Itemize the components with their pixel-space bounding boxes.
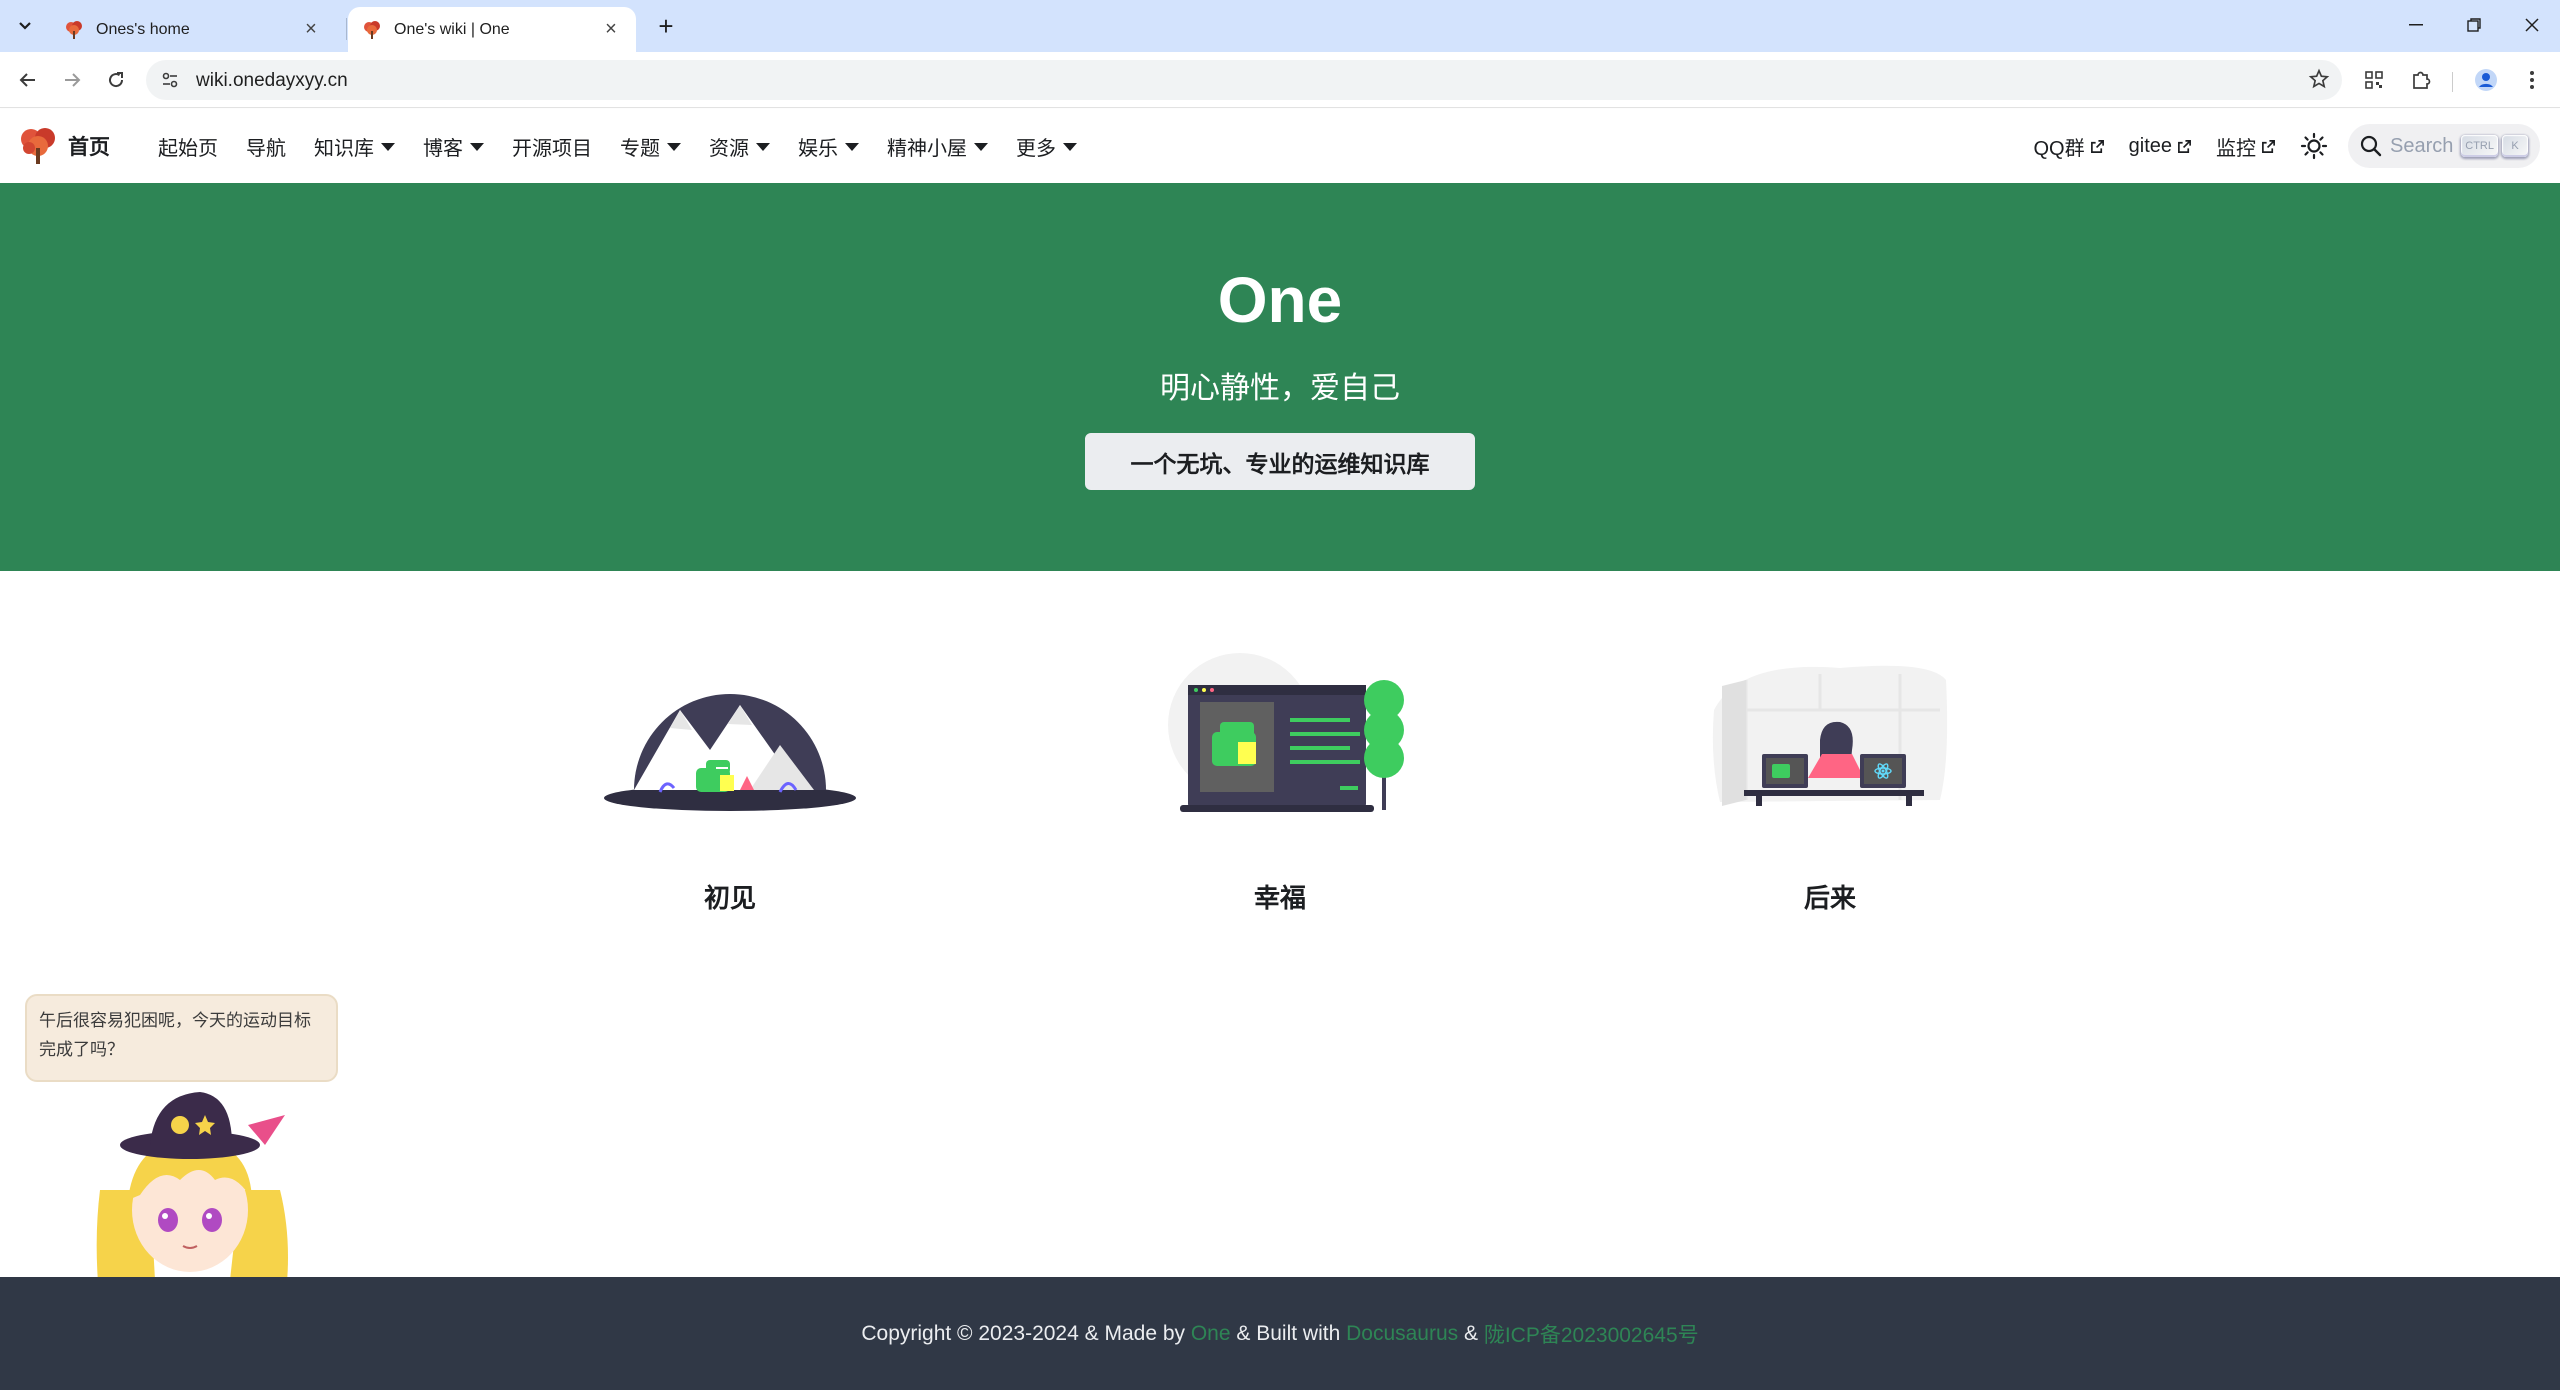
tab-ones-home[interactable]: Ones's home × — [50, 7, 336, 52]
tab-search-chevron-icon[interactable] — [10, 11, 40, 41]
url-text[interactable]: wiki.onedayxyy.cn — [196, 70, 348, 92]
feature-first-meet: 初见 — [530, 650, 930, 915]
nav-item-navigation[interactable]: 导航 — [232, 109, 300, 183]
forward-arrow-icon[interactable] — [56, 64, 88, 96]
tab-divider — [346, 18, 347, 40]
tree-favicon-icon — [66, 20, 82, 39]
nav-link-label: gitee — [2128, 134, 2172, 157]
kebab-menu-icon[interactable] — [2518, 66, 2546, 94]
nav-item-label: 精神小屋 — [887, 137, 967, 160]
laptop-tree-illustration-icon — [1168, 653, 1404, 812]
external-link-icon — [2262, 139, 2275, 153]
brand-link[interactable]: 首页 — [18, 126, 110, 166]
minimize-icon[interactable] — [2396, 8, 2436, 42]
brand-title: 首页 — [68, 136, 110, 159]
mascot-message-bubble: 午后很容易犯困呢，今天的运动目标完成了吗？ — [25, 994, 338, 1082]
qr-code-icon[interactable] — [2360, 66, 2388, 94]
caret-down-icon — [470, 143, 484, 151]
site-info-icon[interactable] — [156, 66, 184, 94]
nav-item-open-source[interactable]: 开源项目 — [498, 109, 606, 183]
nav-item-more[interactable]: 更多 — [1002, 109, 1091, 183]
nav-item-knowledge-base[interactable]: 知识库 — [300, 109, 409, 183]
footer-author-link[interactable]: One — [1191, 1322, 1231, 1346]
caret-down-icon — [756, 143, 770, 151]
external-link-icon — [2178, 139, 2191, 153]
footer-docusaurus-link[interactable]: Docusaurus — [1346, 1322, 1458, 1346]
nav-items: 起始页 导航 知识库 博客 开源项目 专题 资源 娱乐 精神小屋 更多 — [144, 109, 1091, 183]
desk-monitors-illustration-icon — [1712, 665, 1948, 806]
site-footer: Copyright © 2023-2024 & Made by One & Bu… — [0, 1277, 2560, 1390]
nav-item-label: 开源项目 — [512, 137, 592, 160]
close-window-icon[interactable] — [2512, 8, 2552, 42]
site-navbar: 首页 起始页 导航 知识库 博客 开源项目 专题 资源 娱乐 精神小屋 更多 Q… — [0, 109, 2560, 183]
reload-icon[interactable] — [100, 64, 132, 96]
tab-title: One's wiki | One — [394, 20, 510, 38]
nav-link-gitee[interactable]: gitee — [2117, 135, 2204, 158]
extensions-puzzle-icon[interactable] — [2407, 66, 2435, 94]
tree-favicon-icon — [364, 20, 380, 39]
feature-happiness: 幸福 — [1080, 650, 1480, 915]
browser-tab-bar: Ones's home × One's wiki | One × + — [0, 0, 2560, 52]
theme-toggle-sun-icon[interactable] — [2294, 126, 2334, 166]
nav-item-resources[interactable]: 资源 — [695, 109, 784, 183]
nav-item-label: 导航 — [246, 137, 286, 160]
hero-subtitle: 明心静性，爱自己 — [1160, 372, 1400, 405]
feature-later: 后来 — [1630, 650, 2030, 915]
nav-link-label: QQ群 — [2033, 137, 2085, 160]
hero-banner: One 明心静性，爱自己 一个无坑、专业的运维知识库 — [0, 183, 2560, 571]
nav-right: QQ群 gitee 监控 Search CTRL K — [2022, 109, 2540, 183]
feature-title: 初见 — [703, 883, 756, 913]
search-icon — [2360, 135, 2382, 157]
nav-item-entertainment[interactable]: 娱乐 — [784, 109, 873, 183]
nav-item-label: 更多 — [1016, 137, 1056, 160]
feature-title: 后来 — [1803, 883, 1856, 913]
tree-logo-icon — [21, 128, 55, 164]
bookmark-star-icon[interactable] — [2308, 68, 2330, 95]
back-arrow-icon[interactable] — [12, 64, 44, 96]
restore-icon[interactable] — [2454, 8, 2494, 42]
search-placeholder: Search — [2390, 134, 2454, 157]
address-bar[interactable]: wiki.onedayxyy.cn — [146, 60, 2342, 100]
tab-title: Ones's home — [96, 20, 190, 38]
ctrl-key: CTRL — [2461, 135, 2498, 157]
nav-item-blog[interactable]: 博客 — [409, 109, 498, 183]
nav-link-monitor[interactable]: 监控 — [2204, 132, 2288, 161]
footer-built-with: & Built with — [1230, 1321, 1347, 1345]
nav-item-label: 起始页 — [158, 137, 218, 160]
footer-icp-link[interactable]: 陇ICP备2023002645号 — [1484, 1319, 1699, 1349]
caret-down-icon — [1063, 143, 1077, 151]
nav-item-topics[interactable]: 专题 — [606, 109, 695, 183]
caret-down-icon — [845, 143, 859, 151]
external-link-icon — [2090, 139, 2104, 153]
close-icon[interactable]: × — [600, 18, 622, 41]
nav-item-start-page[interactable]: 起始页 — [144, 109, 232, 183]
nav-item-label: 知识库 — [314, 137, 374, 160]
nav-link-qq-group[interactable]: QQ群 — [2022, 132, 2117, 161]
footer-copyright: Copyright © 2023-2024 & Made by — [861, 1321, 1191, 1345]
new-tab-plus-icon[interactable]: + — [650, 10, 682, 42]
caret-down-icon — [667, 143, 681, 151]
nav-item-label: 专题 — [620, 137, 660, 160]
nav-item-label: 资源 — [709, 137, 749, 160]
mountain-illustration-icon — [604, 688, 856, 811]
toolbar-divider — [2452, 72, 2453, 92]
hero-cta-button[interactable]: 一个无坑、专业的运维知识库 — [1085, 433, 1475, 490]
nav-item-label: 娱乐 — [798, 137, 838, 160]
browser-toolbar: wiki.onedayxyy.cn — [0, 52, 2560, 108]
caret-down-icon — [974, 143, 988, 151]
close-icon[interactable]: × — [300, 18, 322, 41]
caret-down-icon — [381, 143, 395, 151]
search-button[interactable]: Search CTRL K — [2348, 124, 2540, 168]
profile-avatar-icon[interactable] — [2472, 66, 2500, 94]
footer-separator: & — [1458, 1321, 1484, 1345]
hero-title: One — [1217, 264, 1343, 336]
nav-item-label: 博客 — [423, 137, 463, 160]
feature-title: 幸福 — [1253, 883, 1306, 913]
k-key: K — [2502, 135, 2528, 157]
nav-item-spirit-hut[interactable]: 精神小屋 — [873, 109, 1002, 183]
tab-ones-wiki[interactable]: One's wiki | One × — [348, 7, 636, 52]
nav-link-label: 监控 — [2216, 137, 2256, 160]
